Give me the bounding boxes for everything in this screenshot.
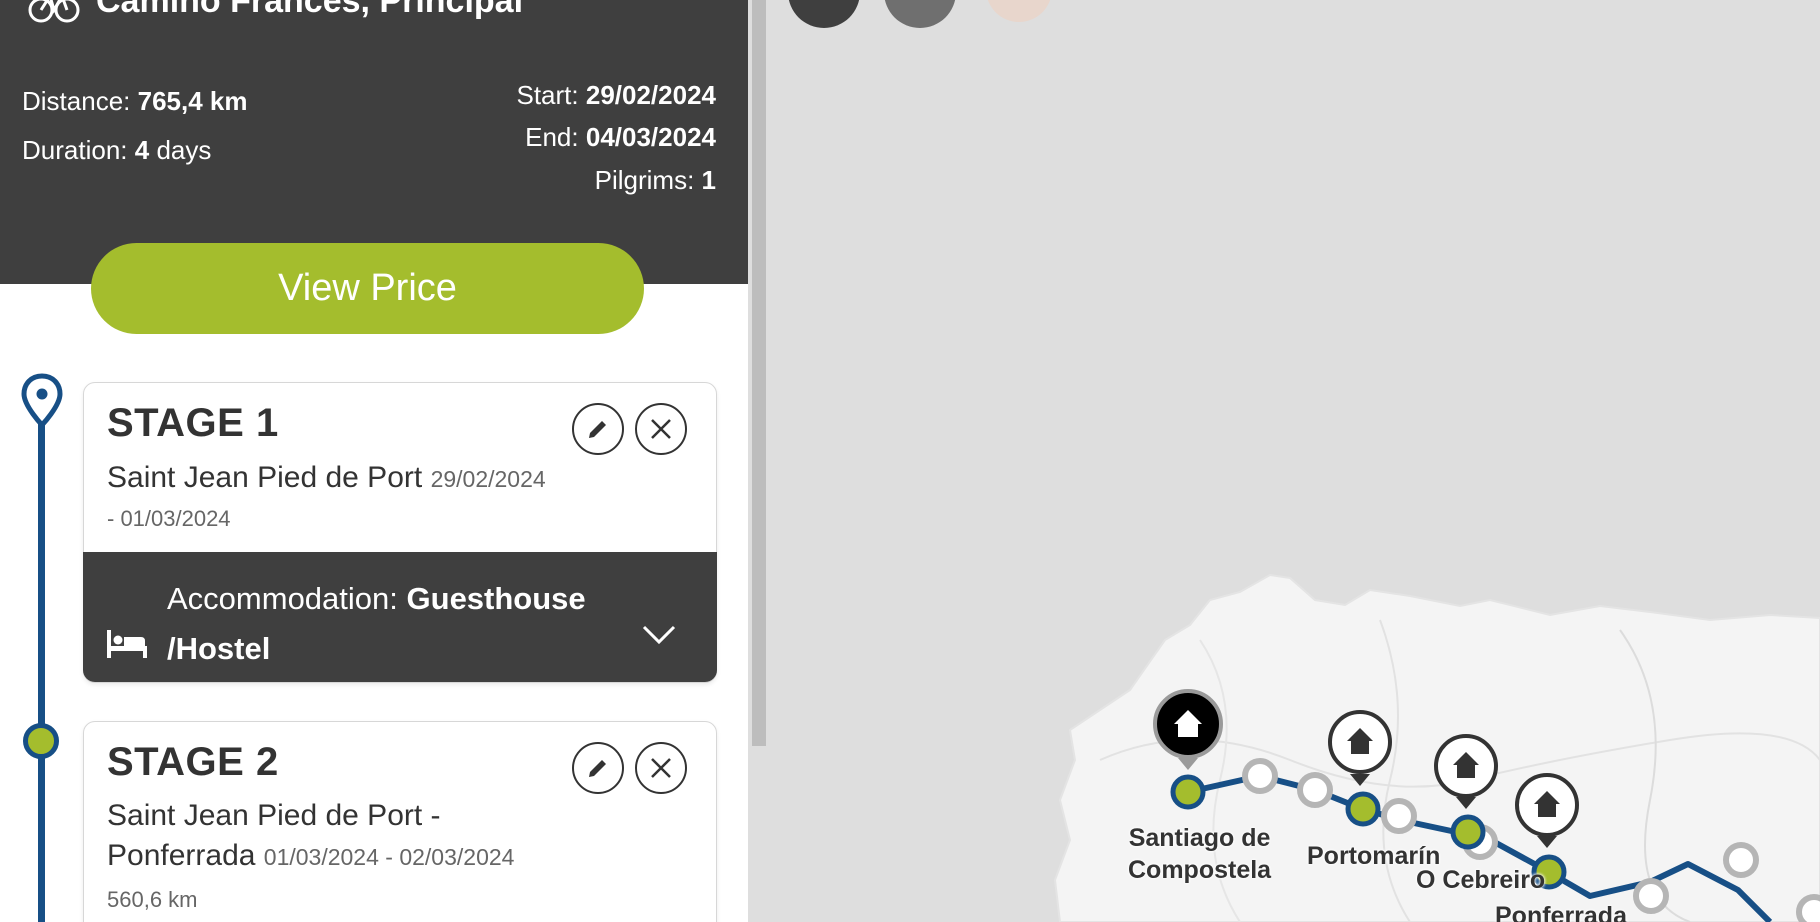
- map-label-ocebreiro: O Cebreiro: [1416, 866, 1546, 894]
- route-title: Camino Francés, Principal: [96, 0, 524, 20]
- start-label: Start:: [516, 80, 579, 110]
- location-pin-icon: [21, 373, 63, 429]
- timeline-line: [38, 418, 45, 922]
- stage-route-line2: Ponferrada: [107, 839, 256, 872]
- pencil-icon: [589, 421, 606, 438]
- view-price-button[interactable]: View Price: [91, 243, 644, 334]
- stage-distance: 560,6 km: [107, 887, 198, 912]
- close-icon: [651, 419, 671, 439]
- stage-place-name: Saint Jean Pied de Port: [107, 461, 423, 494]
- map-label-ponferrada: Ponferrada: [1495, 902, 1627, 922]
- stage-place: Saint Jean Pied de Port 29/02/2024: [107, 458, 587, 499]
- start-info: Start: 29/02/2024: [516, 80, 716, 111]
- stage-route-line1: Saint Jean Pied de Port -: [107, 799, 441, 832]
- bicycle-icon: [28, 0, 80, 23]
- distance-label: Distance:: [22, 86, 131, 116]
- remove-stage-button[interactable]: [635, 742, 687, 794]
- stage-card-1: STAGE 1 Saint Jean Pied de Port 29/02/20…: [83, 382, 717, 683]
- bed-icon: [107, 630, 147, 658]
- accommodation-label: Accommodation:: [167, 581, 398, 616]
- map-label-santiago-line1: Santiago de: [1128, 824, 1271, 852]
- stage-start-date: 29/02/2024: [430, 466, 546, 492]
- map-canvas: [1053, 573, 1820, 922]
- duration-label: Duration:: [22, 135, 128, 165]
- accommodation-type-cont: /Hostel: [167, 631, 271, 666]
- edit-stage-button[interactable]: [572, 403, 624, 455]
- start-date: 29/02/2024: [585, 80, 716, 110]
- map-label-santiago-line2: Compostela: [1128, 856, 1272, 884]
- pilgrims-info: Pilgrims: 1: [595, 165, 716, 196]
- accommodation-bar[interactable]: Accommodation: Guesthouse /Hostel: [83, 552, 717, 682]
- timeline-stage-dot: [23, 723, 59, 759]
- stage-dates: 01/03/2024 - 02/03/2024: [263, 844, 515, 870]
- remove-stage-button[interactable]: [635, 403, 687, 455]
- map-label-santiago: Santiago de Compostela: [1128, 822, 1271, 886]
- close-icon: [651, 758, 671, 778]
- duration-info: Duration: 4 days: [22, 135, 211, 166]
- pilgrims-label: Pilgrims:: [594, 165, 695, 195]
- panel-scrollbar[interactable]: [752, 0, 766, 746]
- accommodation-type: Guesthouse: [406, 581, 586, 616]
- distance-info: Distance: 765,4 km: [22, 86, 248, 117]
- distance-value: 765,4 km: [137, 86, 248, 116]
- stage-end-date: - 01/03/2024: [107, 506, 231, 531]
- duration-value: 4: [134, 135, 150, 165]
- end-info: End: 04/03/2024: [525, 122, 716, 153]
- accommodation-text: Accommodation: Guesthouse /Hostel: [167, 574, 607, 674]
- route-header: Camino Francés, Principal Distance: 765,…: [0, 0, 748, 284]
- stage-route: Saint Jean Pied de Port - Ponferrada 01/…: [107, 796, 587, 877]
- end-date: 04/03/2024: [585, 122, 716, 152]
- pilgrims-count: 1: [701, 165, 716, 195]
- stage-title: STAGE 2: [107, 740, 279, 784]
- chevron-down-icon[interactable]: [641, 624, 677, 646]
- map-view[interactable]: Santiago de Compostela Portomarín O Cebr…: [770, 0, 1820, 922]
- stage-card-2: STAGE 2 Saint Jean Pied de Port - Ponfer…: [83, 721, 717, 922]
- duration-unit: days: [156, 135, 212, 165]
- edit-stage-button[interactable]: [572, 742, 624, 794]
- route-panel: Camino Francés, Principal Distance: 765,…: [0, 0, 748, 922]
- pencil-icon: [589, 760, 606, 777]
- stage-title: STAGE 1: [107, 401, 279, 445]
- end-label: End:: [525, 122, 579, 152]
